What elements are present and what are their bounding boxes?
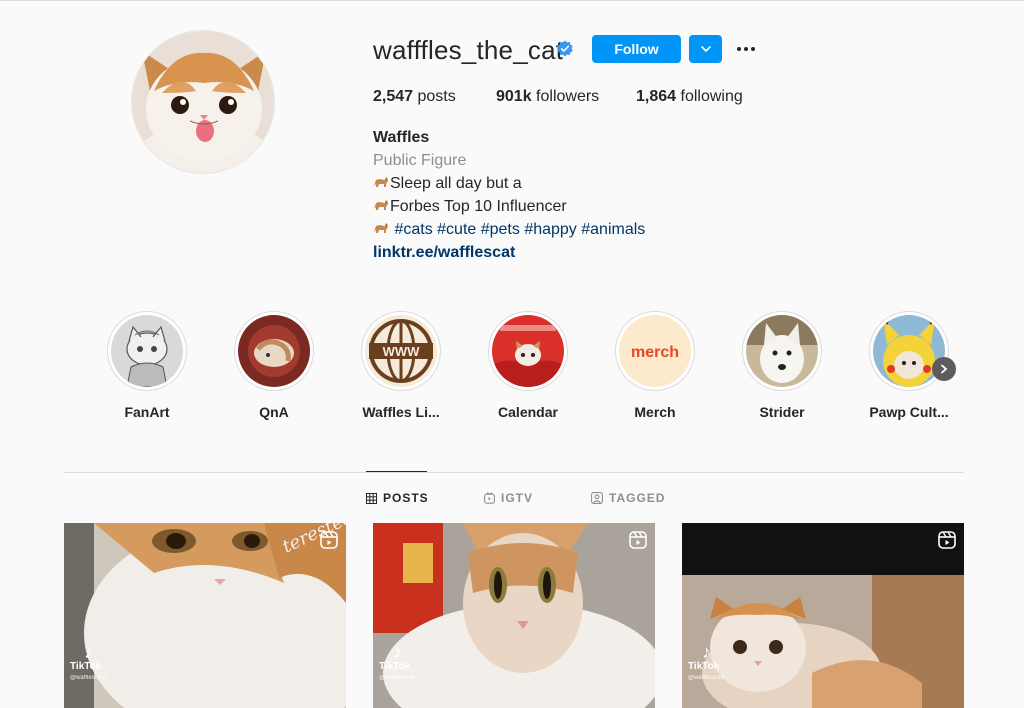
cat-emoji-icon [374,223,388,233]
tab-label: IGTV [501,491,534,505]
followers-stat[interactable]: 901k followers [496,87,599,107]
highlight-label: Calendar [498,404,558,420]
following-label: following [676,88,743,105]
tabs-divider [64,472,964,473]
bio-hashtags[interactable]: #cats #cute #pets #happy #animals [394,221,645,238]
highlight-fanart-image [111,315,183,387]
highlight-fanart[interactable]: FanArt [87,311,207,420]
highlight-label: Merch [634,404,676,420]
svg-text:WWW: WWW [383,344,421,359]
profile-username: wafffles_the_cat [373,35,564,65]
post-tile[interactable]: ♪ TikTok @wafflescute [682,523,964,708]
tiktok-handle: @wafflescute [688,675,724,681]
tiktok-brand: TikTok [688,661,720,672]
igtv-icon [484,492,495,504]
highlight-qna-image [238,315,310,387]
tab-igtv[interactable]: IGTV [484,490,533,506]
highlight-label: Waffles Li... [362,404,440,420]
posts-count: 2,547 [373,88,414,105]
cat-emoji-icon [374,200,388,210]
post-image-cat-face [373,523,655,708]
tiktok-icon: ♪ [393,642,402,662]
post-image-cat-closeup: terested [64,523,346,708]
more-options-icon[interactable] [734,38,758,60]
tiktok-watermark: ♪ TikTok @wafflescute [379,643,415,683]
tiktok-brand: TikTok [379,661,411,672]
followers-count: 901k [496,88,532,105]
verified-badge-icon [557,40,573,57]
profile-bio: Waffles Public Figure Sleep all day but … [373,126,793,264]
cat-emoji-icon [374,177,388,187]
grid-icon [366,492,377,504]
reels-icon [938,531,956,549]
following-stat[interactable]: 1,864 following [636,87,743,107]
tiktok-watermark: ♪ TikTok @wafflescute [70,643,106,683]
tagged-user-icon [591,492,603,504]
reels-icon [320,531,338,549]
tiktok-icon: ♪ [702,642,711,662]
tab-posts[interactable]: POSTS [366,490,429,506]
highlight-merch-image: merch [619,315,691,387]
highlight-qna[interactable]: QnA [214,311,334,420]
follow-button[interactable]: Follow [592,35,681,63]
highlight-calendar-image [492,315,564,387]
bio-text-2: Forbes Top 10 Influencer [390,198,567,215]
profile-avatar[interactable] [131,30,275,174]
posts-stat: 2,547 posts [373,87,456,107]
top-border [0,0,1024,1]
bio-line-3: #cats #cute #pets #happy #animals [373,218,793,241]
highlight-strider[interactable]: Strider [722,311,842,420]
tab-label: POSTS [383,491,429,505]
merch-logo-text: merch [631,344,679,361]
bio-text-1: Sleep all day but a [390,175,522,192]
profile-category: Public Figure [373,152,467,169]
profile-page: wafffles_the_cat Follow 2,547 posts 901k… [0,0,1024,708]
highlight-label: QnA [259,404,289,420]
highlight-strider-image [746,315,818,387]
post-tile[interactable]: terested ♪ TikTok @wafflescute [64,523,346,708]
highlight-calendar[interactable]: Calendar [468,311,588,420]
bio-line-1: Sleep all day but a [373,172,793,195]
bio-link[interactable]: linktr.ee/wafflescat [373,241,793,264]
tab-tagged[interactable]: TAGGED [591,490,665,506]
tiktok-brand: TikTok [70,661,102,672]
tiktok-handle: @wafflescute [70,675,106,681]
followers-label: followers [531,88,600,105]
post-tile[interactable]: ♪ TikTok @wafflescute [373,523,655,708]
highlight-waffles-live[interactable]: WWW Waffles Li... [341,311,461,420]
following-count: 1,864 [636,88,677,105]
chevron-down-icon [700,46,711,53]
profile-display-name: Waffles [373,129,430,146]
highlight-merch[interactable]: merch Merch [595,311,715,420]
tiktok-watermark: ♪ TikTok @wafflescute [688,643,724,683]
highlight-label: Strider [759,404,805,420]
globe-www-icon: WWW [365,315,437,387]
bio-line-2: Forbes Top 10 Influencer [373,195,793,218]
posts-label: posts [413,88,456,105]
tiktok-handle: @wafflescute [379,675,415,681]
post-image-kitten [682,523,964,708]
reels-icon [629,531,647,549]
highlight-label: Pawp Cult... [869,404,949,420]
chevron-right-icon [941,364,948,374]
suggested-accounts-button[interactable] [689,35,722,63]
active-tab-indicator [366,471,427,472]
tab-label: TAGGED [609,491,666,505]
tiktok-icon: ♪ [84,642,93,662]
highlight-label: FanArt [124,404,170,420]
highlights-next-button[interactable] [932,357,956,381]
